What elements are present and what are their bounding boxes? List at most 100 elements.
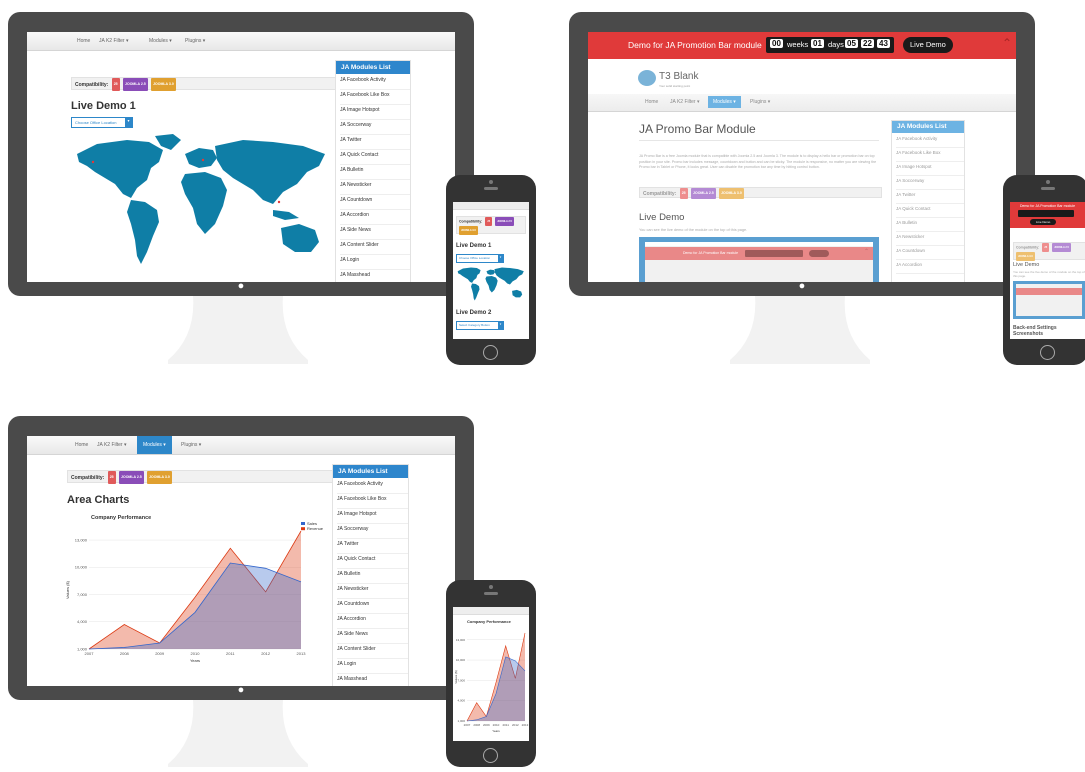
y-tick-label: 10,000 [456,658,466,662]
map-indonesia [273,210,299,220]
sidebar-item[interactable]: JA Bulletin [896,220,964,232]
sidebar-item[interactable]: JA Login [340,257,410,270]
x-tick-label: 2009 [155,651,165,656]
compat-badge-red: 25 [679,188,688,199]
phone-category-dropdown[interactable]: Select Category Button ▾ [456,321,504,330]
sidebar-item[interactable]: JA Accordion [340,212,410,225]
phone-speaker [484,187,498,190]
map-south-america [127,200,159,264]
map-europe [185,148,217,168]
phone-backend-settings: Back-end Settings Screenshots [1013,325,1057,337]
preview-promo-bar: Demo for JA Promotion Bar module ⌃ [645,247,873,260]
x-tick-label: 2007 [464,723,471,727]
sidebar-item[interactable]: JA Bulletin [340,167,410,180]
sidebar-item[interactable]: JA Facebook Like Box [896,150,964,162]
sidebar-item[interactable]: JA Soccerway [340,122,410,135]
sidebar-item[interactable]: JA Soccerway [337,526,408,539]
x-tick-label: 2008 [473,723,480,727]
t3-logo-icon [638,70,656,86]
sidebar-item[interactable]: JA Quick Contact [340,152,410,165]
sidebar-item[interactable]: JA Bulletin [337,571,408,584]
nav-modules[interactable]: Modules ▾ [137,436,172,454]
logo-name: T3 Blank [659,71,699,82]
sidebar-item[interactable]: JA Masshead [340,272,410,282]
sidebar-title: JA Modules List [892,121,964,133]
world-map[interactable] [67,132,337,272]
phone-live-demo-button[interactable]: Live Demo [1030,219,1057,225]
x-tick-label: 2013 [522,723,529,727]
x-tick-label: 2011 [226,651,235,656]
x-tick-label: 2010 [191,651,201,656]
sidebar-item[interactable]: JA Countdown [896,248,964,260]
title-divider [639,140,879,141]
x-tick-label: 2007 [85,651,95,656]
sidebar-item[interactable]: JA Masshead [337,676,408,686]
map-africa [181,172,227,234]
sidebar-item[interactable]: JA Image Hotspot [340,107,410,120]
sidebar-item[interactable]: JA Facebook Activity [337,481,408,494]
sidebar-item[interactable]: JA Facebook Activity [896,136,964,148]
page-title: Area Charts [67,494,130,506]
dropdown-label: Select Category Button [459,323,490,327]
sidebar-item[interactable]: JA Content Slider [337,646,408,659]
sidebar-item[interactable]: JA Image Hotspot [896,164,964,176]
monitor-screen: Home JA K2 Filter ▾ Modules ▾ Plugins ▾ … [27,32,455,282]
sidebar-item[interactable]: JA Side News [340,227,410,240]
sidebar-item[interactable]: JA Facebook Activity [340,77,410,90]
phone-demo2-title: Live Demo 2 [456,310,492,316]
nav-k2-filter[interactable]: JA K2 Filter ▾ [664,99,705,105]
compat-label: Compatibility: [71,474,105,481]
sidebar-item[interactable]: JA Accordion [337,616,408,629]
desktop-monitor: Demo for JA Promotion Bar module 00 week… [569,12,1035,296]
phone-home-button[interactable] [1040,345,1055,360]
modules-sidebar: JA Modules List JA Facebook Activity JA … [332,464,409,686]
phone-screen: Company Performance 1,000 4,000 7,000 10,000… [453,607,529,741]
phone-home-button[interactable] [483,748,498,763]
office-location-dropdown[interactable]: Choose Office Location ▾ [71,117,133,128]
compat-label: Compatibility: [459,219,483,224]
y-tick-label: 7,000 [77,592,88,597]
sidebar-item[interactable]: JA Countdown [337,601,408,614]
nav-modules[interactable]: Modules ▾ [143,38,178,44]
compatibility-bar: Compatibility: 25 JOOMLA 2.5 JOOMLA 3.0 [456,216,526,235]
chevron-down-icon: ▾ [498,255,503,262]
sidebar-item[interactable]: JA Twitter [340,137,410,150]
sidebar-item[interactable]: JA Image Hotspot [337,511,408,524]
compat-badge-joomla30: JOOMLA 3.0 [719,188,744,199]
sidebar-item[interactable]: JA Quick Contact [337,556,408,569]
sidebar-item[interactable]: JA Content Slider [340,242,410,255]
sidebar-item[interactable]: JA Newsticker [337,586,408,599]
nav-k2-filter[interactable]: JA K2 Filter ▾ [93,38,134,44]
compat-label: Compatibility: [643,190,677,197]
promo-text: Demo for JA Promotion Bar module [628,40,762,50]
nav-plugins[interactable]: Plugins ▾ [744,99,776,105]
sidebar-item[interactable]: JA Twitter [896,192,964,204]
module-description: JA Promo Bar is a free Joomla module tha… [639,154,877,170]
sidebar-item[interactable]: JA Facebook Like Box [337,496,408,509]
chevron-down-icon: ▾ [498,322,503,329]
sidebar-item[interactable]: JA Facebook Like Box [340,92,410,105]
compat-badge-joomla30: JOOMLA 3.0 [459,226,478,235]
sidebar-item[interactable]: JA Login [337,661,408,674]
sidebar-item[interactable]: JA Twitter [337,541,408,554]
sidebar-item[interactable]: JA Accordion [896,262,964,274]
sidebar-item[interactable]: JA Countdown [340,197,410,210]
nav-modules[interactable]: Modules ▾ [708,96,741,108]
sidebar-item[interactable]: JA Soccerway [896,178,964,190]
sidebar-item[interactable]: JA Quick Contact [896,206,964,218]
nav-k2-filter[interactable]: JA K2 Filter ▾ [91,442,132,448]
nav-plugins[interactable]: Plugins ▾ [179,38,211,44]
sidebar-item[interactable]: JA Newsticker [896,234,964,246]
compat-badge-joomla30: JOOMLA 3.0 [151,78,176,91]
sidebar-item[interactable]: JA Side News [337,631,408,644]
smartphone: Compatibility: 25 JOOMLA 2.5 JOOMLA 3.0 … [446,175,536,365]
chevron-up-icon[interactable]: ⌃ [1002,36,1012,50]
phone-office-dropdown[interactable]: Choose Office Location ▾ [456,254,504,263]
live-demo-button[interactable]: Live Demo [903,37,953,53]
monitor-screen: Home JA K2 Filter ▾ Modules ▾ Plugins ▾ … [27,436,455,686]
compat-badge-red: 25 [111,78,120,91]
phone-home-button[interactable] [483,345,498,360]
sidebar-item[interactable]: JA Newsticker [340,182,410,195]
nav-plugins[interactable]: Plugins ▾ [175,442,207,448]
nav-home[interactable]: Home [639,99,664,105]
